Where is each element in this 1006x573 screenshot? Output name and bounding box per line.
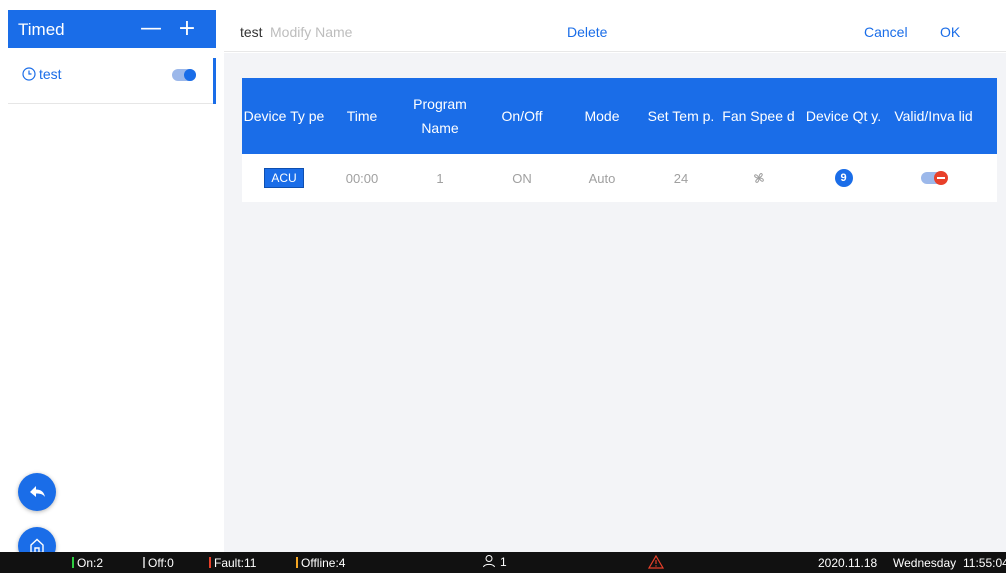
column-header-fan-speed: Fan Spee d xyxy=(722,108,795,124)
edit-toolbar: test Modify Name Delete Cancel OK xyxy=(224,10,1006,52)
timer-name-value[interactable]: test xyxy=(240,24,263,40)
status-off-text: Off:0 xyxy=(148,556,174,570)
fan-icon xyxy=(753,173,764,183)
status-offline-indicator xyxy=(296,557,298,568)
user-icon xyxy=(483,555,495,568)
status-on: On:2 xyxy=(72,556,103,570)
clock-icon xyxy=(22,67,36,81)
user-count[interactable]: 1 xyxy=(482,554,507,569)
cell-mode[interactable]: Auto xyxy=(562,154,642,202)
status-on-text: On:2 xyxy=(77,556,104,570)
cell-valid[interactable] xyxy=(890,154,977,202)
status-date: 2020.11.18 xyxy=(818,556,878,570)
cell-device-qty[interactable]: 9 xyxy=(797,154,890,202)
column-header-time: Time xyxy=(346,108,378,124)
cell-set-temp[interactable]: 24 xyxy=(642,154,720,202)
timer-enable-toggle[interactable] xyxy=(172,69,196,81)
status-fault-text: Fault:11 xyxy=(214,556,257,570)
valid-toggle[interactable] xyxy=(920,171,948,185)
cell-program[interactable]: 1 xyxy=(398,154,482,202)
status-time: 11:55:04 xyxy=(963,556,1006,570)
toggle-knob xyxy=(184,69,196,81)
table-header: Device Ty pe Time Program Name On/Off Mo… xyxy=(242,78,997,154)
warning-indicator[interactable] xyxy=(647,554,665,572)
warning-icon xyxy=(647,554,665,569)
delete-button[interactable]: Delete xyxy=(567,24,607,40)
status-offline-text: Offline:4 xyxy=(301,556,346,570)
cell-on-off[interactable]: ON xyxy=(482,154,562,202)
selected-indicator xyxy=(213,58,216,104)
timer-sidebar: Timed — + test xyxy=(8,10,216,552)
status-fault-indicator xyxy=(209,557,211,568)
modify-name-input[interactable]: Modify Name xyxy=(270,24,352,40)
cell-time[interactable]: 00:00 xyxy=(326,154,398,202)
cell-device-type: ACU xyxy=(242,154,326,202)
column-header-device-type: Device Ty pe xyxy=(243,108,325,124)
status-day: Wednesday xyxy=(893,556,957,570)
sidebar-header: Timed — + xyxy=(8,10,216,48)
column-header-set-temp: Set Tem p. xyxy=(647,108,715,124)
column-header-mode: Mode xyxy=(584,108,620,124)
status-fault: Fault:11 xyxy=(209,556,256,570)
user-count-text: 1 xyxy=(500,555,507,569)
table-row[interactable]: ACU 00:00 1 ON Auto 24 9 xyxy=(242,154,997,202)
remove-timer-button[interactable]: — xyxy=(138,14,164,44)
timer-list-item[interactable]: test xyxy=(8,58,216,104)
add-timer-button[interactable]: + xyxy=(174,14,200,44)
timer-name: test xyxy=(39,66,62,82)
column-header-on-off: On/Off xyxy=(501,108,543,124)
cell-fan-speed[interactable] xyxy=(720,154,797,202)
column-header-device-qty: Device Qt y. xyxy=(805,108,882,124)
device-qty-badge[interactable]: 9 xyxy=(834,169,853,187)
device-type-badge[interactable]: ACU xyxy=(264,168,304,188)
status-on-indicator xyxy=(72,557,74,568)
cancel-button[interactable]: Cancel xyxy=(864,24,908,40)
invalid-knob-icon xyxy=(933,171,948,185)
status-off-indicator xyxy=(143,557,145,568)
back-arrow-icon xyxy=(30,486,45,497)
status-off: Off:0 xyxy=(143,556,174,570)
ok-button[interactable]: OK xyxy=(940,24,960,40)
back-button[interactable] xyxy=(18,473,56,511)
sidebar-title: Timed xyxy=(18,20,65,39)
program-table: Device Ty pe Time Program Name On/Off Mo… xyxy=(242,78,997,202)
column-header-valid: Valid/Inva lid xyxy=(894,108,973,124)
status-bar: On:2 Off:0 Fault:11 Offline:4 1 2020.11.… xyxy=(0,552,1006,573)
status-offline: Offline:4 xyxy=(296,556,345,570)
column-header-program-name: Program Name xyxy=(413,96,467,136)
